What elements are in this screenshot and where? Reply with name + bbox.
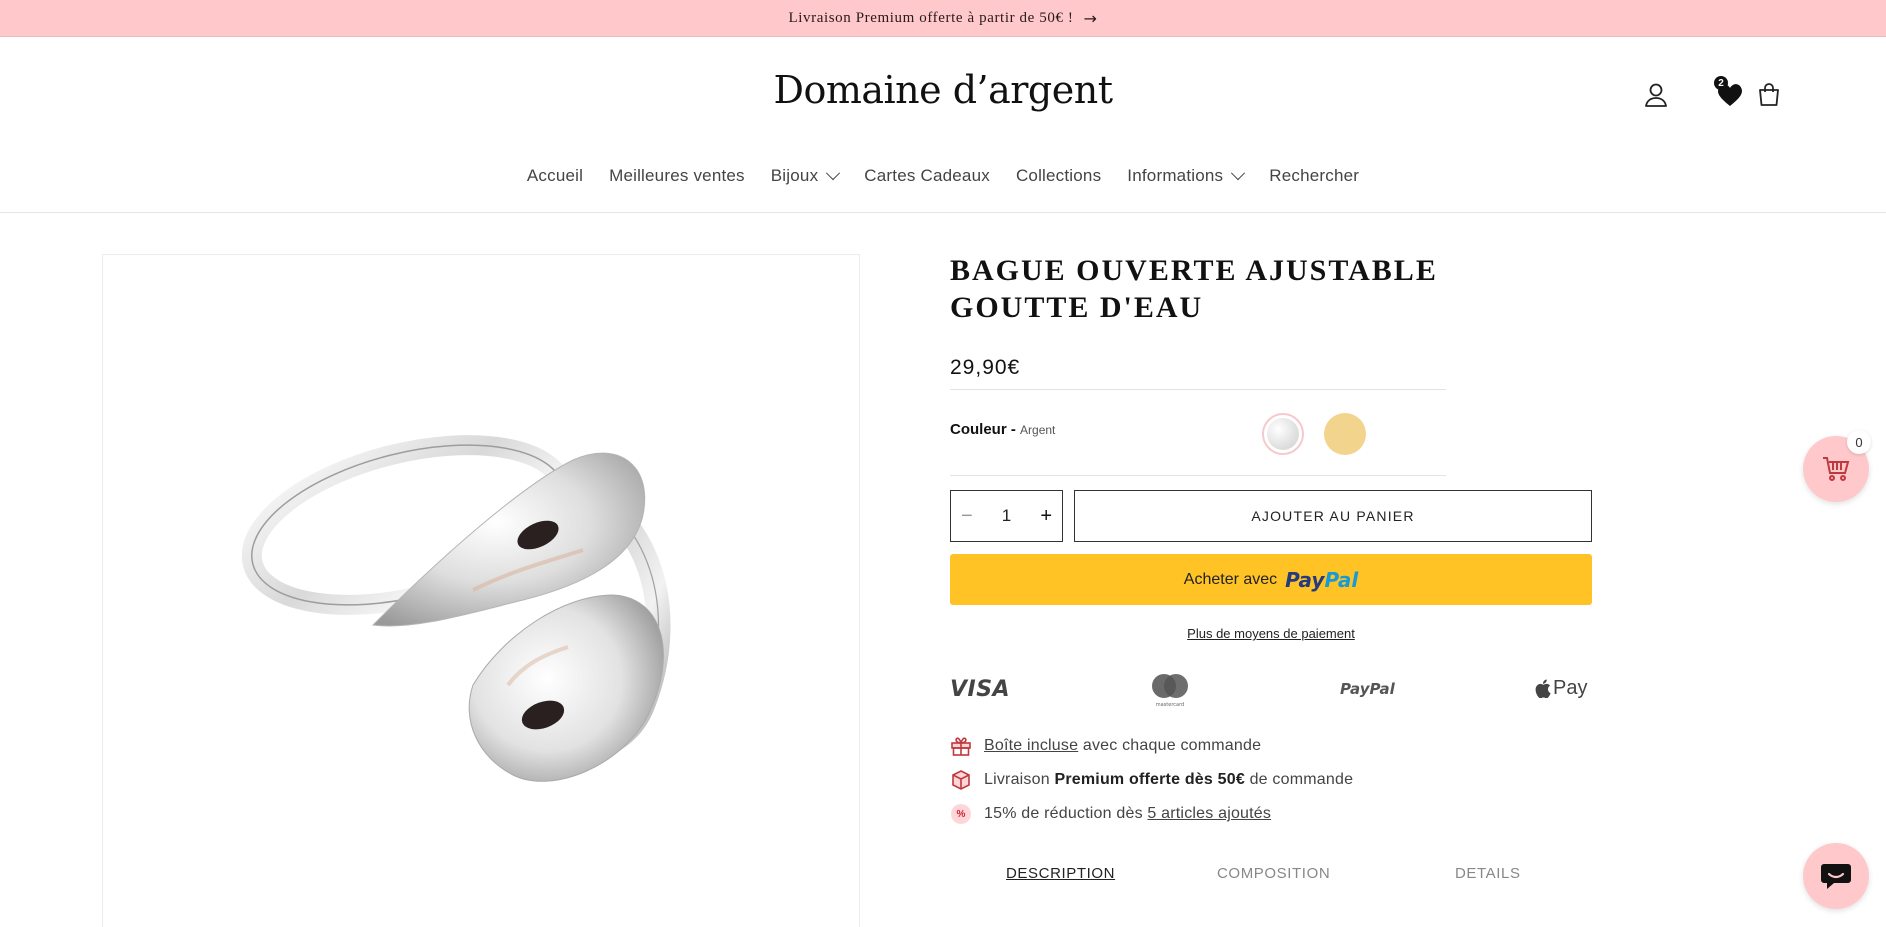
add-to-cart-button[interactable]: AJOUTER AU PANIER (1074, 490, 1592, 542)
perk-shipping: Livraison Premium offerte dès 50€ de com… (950, 769, 1353, 791)
quantity-value[interactable]: 1 (1002, 506, 1011, 526)
quantity-decrease-button[interactable]: − (961, 505, 973, 528)
nav-label: Bijoux (770, 166, 819, 185)
quantity-stepper: − 1 + (950, 490, 1063, 542)
chat-button[interactable] (1803, 843, 1869, 909)
cart-icon[interactable] (1756, 82, 1782, 108)
apple-pay-logo: Pay (1535, 677, 1587, 700)
box-included-link[interactable]: Boîte incluse (984, 737, 1078, 754)
paypal-logo: PayPal (1285, 567, 1359, 592)
perk-gift-box: Boîte incluse avec chaque commande (950, 735, 1261, 757)
nav-label: Rechercher (1269, 166, 1360, 185)
nav-label: Meilleures ventes (609, 166, 745, 185)
header-divider (0, 212, 1886, 213)
color-option-label: Couleur - Argent (950, 421, 1055, 438)
product-image-ring (241, 435, 671, 782)
nav-item-accueil[interactable]: Accueil (514, 166, 596, 186)
wishlist-count-badge: 2 (1714, 76, 1728, 90)
paypal-mono-logo: PayPal (1340, 680, 1395, 698)
nav-item-cartes-cadeaux[interactable]: Cartes Cadeaux (851, 166, 1003, 186)
nav-label: Collections (1015, 166, 1102, 185)
main-nav: Accueil Meilleures ventes Bijoux Cartes … (0, 166, 1886, 186)
tab-description[interactable]: DESCRIPTION (1006, 865, 1115, 882)
visa-logo: VISA (950, 677, 1011, 702)
nav-label: Cartes Cadeaux (864, 166, 990, 185)
nav-item-meilleures-ventes[interactable]: Meilleures ventes (596, 166, 758, 186)
perk-text: 15% de réduction dès 5 articles ajoutés (984, 805, 1272, 822)
chevron-down-icon (826, 166, 841, 181)
arrow-right-icon: → (1083, 8, 1098, 28)
swatch-gold[interactable] (1324, 413, 1366, 455)
nav-item-rechercher[interactable]: Rechercher (1256, 166, 1372, 186)
divider (950, 389, 1446, 390)
apple-pay-text: Pay (1553, 677, 1588, 699)
site-logo[interactable]: Domaine d’argent (0, 68, 1886, 112)
percent-icon: % (950, 803, 972, 825)
nav-item-collections[interactable]: Collections (1003, 166, 1114, 186)
product-title: BAGUE OUVERTE AJUSTABLE GOUTTE D'EAU (950, 254, 1438, 324)
announcement-bar[interactable]: Livraison Premium offerte à partir de 50… (0, 0, 1886, 37)
chat-icon (1821, 864, 1851, 889)
nav-label: Accueil (526, 166, 584, 185)
quantity-increase-button[interactable]: + (1040, 505, 1052, 528)
mastercard-logo: mastercard (1152, 674, 1188, 708)
tab-composition[interactable]: COMPOSITION (1217, 865, 1330, 882)
svg-text:mastercard: mastercard (1156, 702, 1184, 708)
floating-cart-count: 0 (1847, 430, 1871, 454)
divider (950, 475, 1446, 476)
nav-item-bijoux[interactable]: Bijoux (758, 166, 852, 186)
package-icon (950, 769, 972, 791)
announcement-text: Livraison Premium offerte à partir de 50… (788, 9, 1074, 26)
more-payment-options-link[interactable]: Plus de moyens de paiement (950, 626, 1592, 641)
account-icon[interactable] (1643, 82, 1669, 108)
chevron-down-icon (1231, 166, 1246, 181)
color-value: Argent (1020, 423, 1056, 437)
paypal-button-label: Acheter avec (1183, 570, 1278, 588)
basket-icon (1823, 457, 1850, 481)
swatch-fill (1267, 418, 1299, 450)
nav-label: Informations (1127, 166, 1224, 185)
perk-text: Boîte incluse avec chaque commande (984, 737, 1262, 754)
paypal-checkout-button[interactable]: Acheter avec PayPal (950, 554, 1592, 605)
apple-icon (1535, 679, 1551, 698)
product-price: 29,90€ (950, 356, 1021, 379)
nav-item-informations[interactable]: Informations (1114, 166, 1256, 186)
color-label: Couleur - (950, 421, 1016, 438)
discount-link[interactable]: 5 articles ajoutés (1147, 805, 1271, 822)
perk-discount: % 15% de réduction dès 5 articles ajouté… (950, 803, 1271, 825)
tab-details[interactable]: DETAILS (1455, 865, 1521, 882)
gift-icon (950, 735, 972, 757)
perk-text: Livraison Premium offerte dès 50€ de com… (984, 771, 1354, 788)
swatch-silver[interactable] (1262, 413, 1304, 455)
product-image-frame[interactable] (102, 254, 860, 927)
